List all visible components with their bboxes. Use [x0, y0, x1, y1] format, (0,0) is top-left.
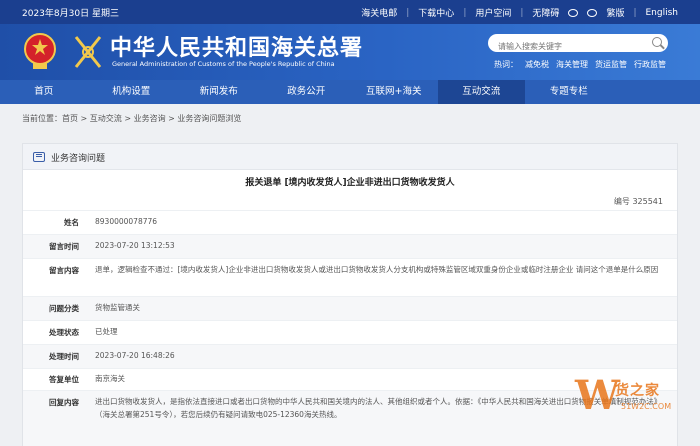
site-title: 中华人民共和国海关总署 — [110, 35, 364, 61]
row-label: 处理时间 — [49, 352, 79, 361]
detail-row-process-time: 处理时间 2023-07-20 16:48:26 — [23, 344, 677, 368]
weibo-icon[interactable] — [568, 8, 579, 17]
nav-interaction[interactable]: 互动交流 — [437, 80, 525, 104]
hot-word[interactable]: 货运监管 — [595, 59, 627, 70]
national-emblem-icon — [24, 33, 56, 69]
site-header: 中华人民共和国海关总署 General Administration of Cu… — [0, 24, 700, 80]
search-icon[interactable] — [652, 37, 662, 47]
link-english[interactable]: English — [646, 8, 679, 18]
row-label: 留言时间 — [49, 242, 79, 251]
wechat-icon[interactable] — [587, 8, 598, 17]
question-title: 报关退单 [境内收发货人]企业非进出口货物收发货人 — [245, 178, 455, 188]
watermark-logo: W 货之家 51W2C.COM — [575, 372, 695, 432]
nav-government-affairs[interactable]: 政务公开 — [263, 80, 351, 104]
row-label: 答复单位 — [49, 375, 79, 384]
hot-words-label: 热词： — [494, 60, 518, 69]
site-subtitle: General Administration of Customs of the… — [112, 60, 335, 68]
watermark-text: 货之家 — [615, 383, 660, 399]
hot-word[interactable]: 行政监管 — [634, 59, 666, 70]
link-download[interactable]: 下载中心 — [418, 6, 454, 19]
row-value: 8930000078776 — [95, 217, 158, 226]
message-icon — [33, 152, 45, 162]
link-mail[interactable]: 海关电邮 — [361, 6, 397, 19]
row-value: 2023-07-20 16:48:26 — [95, 351, 175, 360]
hot-word[interactable]: 海关管理 — [556, 59, 588, 70]
divider: | — [463, 7, 467, 18]
row-label: 姓名 — [64, 218, 79, 227]
hot-words: 热词： 减免税 海关管理 货运监管 行政监管 — [494, 59, 666, 70]
row-label: 回复内容 — [49, 398, 79, 407]
search-box — [488, 34, 668, 56]
panel-title: 业务咨询问题 — [51, 154, 106, 164]
row-value: 已处理 — [95, 327, 118, 336]
top-utility-bar: 2023年8月30日 星期三 海关电邮 | 下载中心 | 用户空间 | 无障碍 … — [0, 0, 700, 24]
row-label: 留言内容 — [49, 266, 79, 275]
question-number: 编号 325541 — [613, 197, 663, 206]
row-label: 处理状态 — [49, 328, 79, 337]
divider: | — [520, 7, 524, 18]
utility-links: 海关电邮 | 下载中心 | 用户空间 | 无障碍 繁版 | English — [361, 6, 679, 20]
row-value: 2023-07-20 13:12:53 — [95, 241, 175, 250]
current-date: 2023年8月30日 星期三 — [22, 9, 119, 19]
nav-home[interactable]: 首页 — [0, 80, 88, 104]
divider: | — [406, 7, 410, 18]
customs-emblem-icon — [74, 36, 102, 68]
link-traditional[interactable]: 繁版 — [606, 6, 624, 19]
watermark-letter: W — [575, 372, 620, 419]
detail-row-message: 留言内容 退单，逻辑检查不通过：[境内收发货人]企业非进出口货物收发货人或进出口… — [23, 258, 677, 296]
panel-header: 业务咨询问题 — [23, 144, 677, 170]
main-nav: 首页 机构设置 新闻发布 政务公开 互联网+海关 互动交流 专题专栏 — [0, 80, 700, 104]
detail-row-status: 处理状态 已处理 — [23, 320, 677, 344]
search-input[interactable] — [488, 37, 638, 56]
row-value: 货物监管通关 — [95, 303, 140, 312]
detail-row-category: 问题分类 货物监管通关 — [23, 296, 677, 320]
link-accessibility[interactable]: 无障碍 — [532, 6, 559, 19]
nav-news[interactable]: 新闻发布 — [175, 80, 263, 104]
detail-row-name: 姓名 8930000078776 — [23, 210, 677, 234]
nav-special-topics[interactable]: 专题专栏 — [525, 80, 613, 104]
row-label: 问题分类 — [49, 304, 79, 313]
watermark-domain: 51W2C.COM — [621, 402, 672, 411]
row-value: 退单，逻辑检查不通过：[境内收发货人]企业非进出口货物收发货人或进出口货物收发货… — [95, 265, 659, 274]
hot-word[interactable]: 减免税 — [525, 59, 549, 70]
link-user-space[interactable]: 用户空间 — [475, 6, 511, 19]
nav-internet-plus[interactable]: 互联网+海关 — [350, 80, 438, 104]
nav-organization[interactable]: 机构设置 — [88, 80, 176, 104]
breadcrumb: 当前位置：首页 > 互动交流 > 业务咨询 > 业务咨询问题浏览 — [22, 114, 242, 123]
divider: | — [633, 7, 637, 18]
detail-row-post-time: 留言时间 2023-07-20 13:12:53 — [23, 234, 677, 258]
